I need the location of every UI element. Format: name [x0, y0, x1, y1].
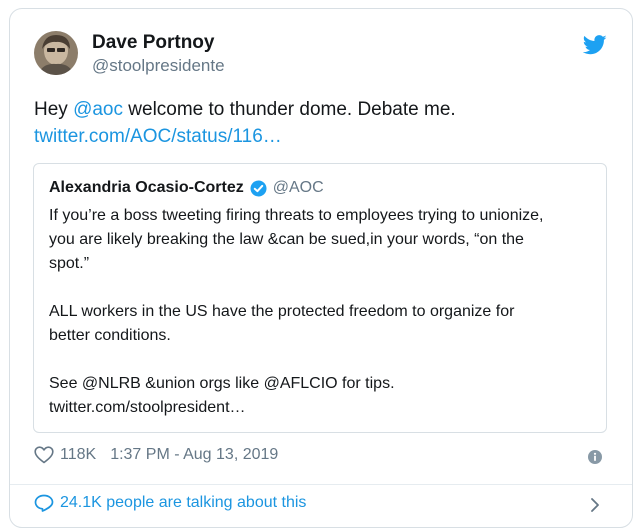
chevron-right-icon[interactable] [590, 497, 600, 513]
quoted-author-handle: @AOC [272, 179, 324, 196]
tweet-text: Hey @aoc welcome to thunder dome. Debate… [34, 96, 604, 150]
quoted-tweet-header: Alexandria Ocasio-Cortez @AOC [49, 179, 324, 197]
divider [10, 484, 632, 485]
like-count[interactable]: 118K [60, 446, 96, 464]
quoted-line: See @NLRB &union orgs like @AFLCIO for t… [49, 375, 395, 392]
quoted-tweet-body: If you’re a boss tweeting firing threats… [49, 204, 597, 420]
verified-badge-icon [250, 180, 267, 197]
avatar[interactable] [34, 31, 78, 75]
conversation-link[interactable]: 24.1K people are talking about this [34, 494, 306, 512]
tweet-text-after: welcome to thunder dome. Debate me. [123, 99, 456, 120]
info-icon[interactable] [588, 450, 602, 464]
author-handle[interactable]: @stoolpresidente [92, 56, 225, 76]
mention-link[interactable]: @aoc [73, 99, 123, 120]
quoted-line: better conditions. [49, 327, 171, 344]
heart-icon[interactable] [34, 446, 54, 464]
quoted-line: If you’re a boss tweeting firing threats… [49, 207, 544, 224]
quoted-line: ALL workers in the US have the protected… [49, 303, 515, 320]
author-name[interactable]: Dave Portnoy [92, 32, 214, 54]
quoted-line: you are likely breaking the law &can be … [49, 231, 524, 248]
status-link[interactable]: twitter.com/AOC/status/116… [34, 126, 282, 147]
twitter-bird-icon[interactable] [582, 35, 607, 55]
tweet-timestamp[interactable]: 1:37 PM - Aug 13, 2019 [110, 446, 278, 464]
speech-bubble-icon [34, 494, 54, 512]
quoted-line: twitter.com/stoolpresident… [49, 399, 246, 416]
conversation-text: 24.1K people are talking about this [60, 494, 307, 511]
quoted-author-name: Alexandria Ocasio-Cortez [49, 179, 244, 196]
tweet-footer: 118K 1:37 PM - Aug 13, 2019 [34, 446, 278, 464]
quoted-line: spot.” [49, 255, 90, 272]
quoted-tweet[interactable]: Alexandria Ocasio-Cortez @AOC If you’re … [33, 163, 607, 433]
tweet-text-before: Hey [34, 99, 74, 120]
tweet-card[interactable]: Dave Portnoy @stoolpresidente Hey @aoc w… [9, 8, 633, 528]
